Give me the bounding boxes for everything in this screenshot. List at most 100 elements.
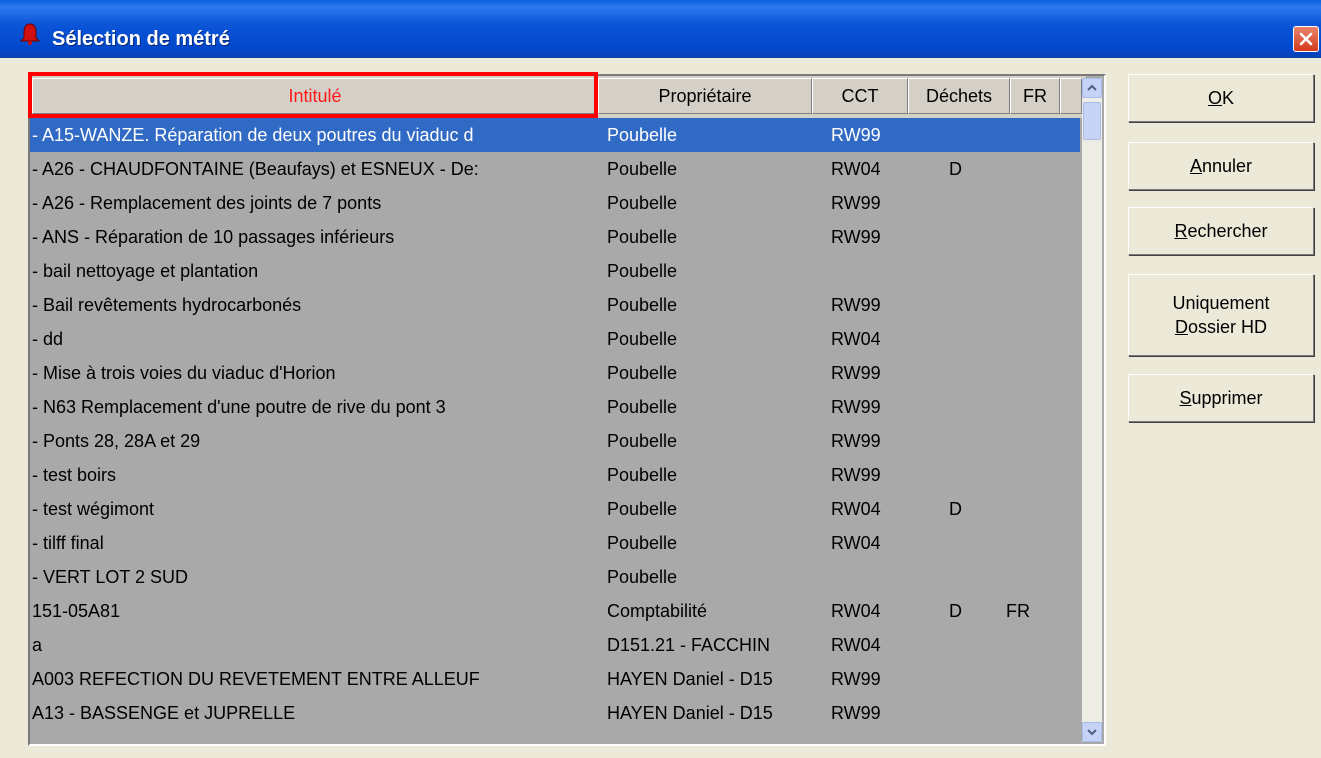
grid-rows: - A15-WANZE. Réparation de deux poutres … bbox=[30, 118, 1080, 730]
ok-button[interactable]: OK bbox=[1128, 74, 1314, 122]
table-row[interactable]: A003 REFECTION DU REVETEMENT ENTRE ALLEU… bbox=[30, 662, 1080, 696]
table-row[interactable]: - test boirs Poubelle RW99 bbox=[30, 458, 1080, 492]
cell-cct: RW04 bbox=[831, 635, 881, 655]
cell-cct: RW99 bbox=[831, 363, 881, 383]
cell-dechets bbox=[949, 288, 989, 322]
cell-proprietaire: D151.21 - FACCHIN bbox=[607, 635, 771, 655]
cell-dechets bbox=[949, 662, 989, 696]
cell-fr bbox=[1006, 322, 1046, 356]
close-icon bbox=[1299, 32, 1313, 46]
table-row[interactable]: a D151.21 - FACCHIN RW04 bbox=[30, 628, 1080, 662]
table-row[interactable]: - bail nettoyage et plantation Poubelle bbox=[30, 254, 1080, 288]
table-row[interactable]: - N63 Remplacement d'une poutre de rive … bbox=[30, 390, 1080, 424]
cell-dechets bbox=[949, 560, 989, 594]
column-header-dechets[interactable]: Déchets bbox=[908, 78, 1010, 114]
table-row[interactable]: - Bail revêtements hydrocarbonés Poubelle… bbox=[30, 288, 1080, 322]
cell-fr bbox=[1006, 526, 1046, 560]
column-header-cct[interactable]: CCT bbox=[812, 78, 908, 114]
table-row[interactable]: - A15-WANZE. Réparation de deux poutres … bbox=[30, 118, 1080, 152]
cell-fr bbox=[1006, 186, 1046, 220]
bell-icon bbox=[19, 23, 41, 45]
cell-intitule: - A26 - CHAUDFONTAINE (Beaufays) et ESNE… bbox=[32, 159, 479, 179]
uniquement-dossier-hd-button[interactable]: Uniquement Dossier HD bbox=[1128, 274, 1314, 356]
close-button[interactable] bbox=[1293, 26, 1319, 52]
cell-cct: RW99 bbox=[831, 193, 881, 213]
chevron-down-icon bbox=[1087, 729, 1097, 736]
cell-proprietaire: Poubelle bbox=[607, 159, 678, 179]
table-row[interactable]: - Mise à trois voies du viaduc d'Horion P… bbox=[30, 356, 1080, 390]
cell-intitule: - ANS - Réparation de 10 passages inféri… bbox=[32, 227, 395, 247]
cell-dechets bbox=[949, 628, 989, 662]
cell-cct: RW04 bbox=[831, 533, 881, 553]
cell-dechets bbox=[949, 526, 989, 560]
cell-fr bbox=[1006, 492, 1046, 526]
cell-cct: RW04 bbox=[831, 499, 881, 519]
table-row[interactable]: - Ponts 28, 28A et 29 Poubelle RW99 bbox=[30, 424, 1080, 458]
cell-proprietaire: Poubelle bbox=[607, 499, 678, 519]
cell-cct bbox=[831, 254, 901, 288]
table-row[interactable]: - dd Poubelle RW04 bbox=[30, 322, 1080, 356]
cell-fr bbox=[1006, 560, 1046, 594]
supprimer-button[interactable]: Supprimer bbox=[1128, 374, 1314, 422]
scroll-thumb[interactable] bbox=[1083, 102, 1101, 140]
vertical-scrollbar[interactable] bbox=[1082, 78, 1102, 742]
cell-cct: RW99 bbox=[831, 397, 881, 417]
table-row[interactable]: - A26 - Remplacement des joints de 7 pon… bbox=[30, 186, 1080, 220]
cell-cct: RW04 bbox=[831, 601, 881, 621]
rechercher-button[interactable]: Rechercher bbox=[1128, 207, 1314, 255]
cell-dechets bbox=[949, 220, 989, 254]
cell-proprietaire: Poubelle bbox=[607, 193, 678, 213]
chevron-up-icon bbox=[1087, 84, 1097, 91]
uniquement-mnemonic: D bbox=[1174, 317, 1188, 337]
cell-fr bbox=[1006, 288, 1046, 322]
title-bar[interactable]: Sélection de métré bbox=[0, 0, 1321, 58]
supprimer-label: upprimer bbox=[1191, 388, 1263, 408]
cell-proprietaire: Poubelle bbox=[607, 465, 678, 485]
table-row[interactable]: A13 - BASSENGE et JUPRELLE HAYEN Daniel -… bbox=[30, 696, 1080, 730]
cell-intitule: A13 - BASSENGE et JUPRELLE bbox=[32, 703, 296, 723]
cell-proprietaire: Poubelle bbox=[607, 227, 678, 247]
cell-intitule: - Bail revêtements hydrocarbonés bbox=[32, 295, 302, 315]
cell-dechets bbox=[949, 186, 989, 220]
cell-intitule: 151-05A81 bbox=[32, 601, 121, 621]
table-row[interactable]: - VERT LOT 2 SUD Poubelle bbox=[30, 560, 1080, 594]
cell-dechets bbox=[949, 356, 989, 390]
cell-fr bbox=[1006, 152, 1046, 186]
cell-proprietaire: Poubelle bbox=[607, 329, 678, 349]
scroll-down-button[interactable] bbox=[1082, 722, 1102, 742]
table-row[interactable]: - test wégimont Poubelle RW04 D bbox=[30, 492, 1080, 526]
cell-intitule: a bbox=[32, 635, 43, 655]
column-header-fr[interactable]: FR bbox=[1010, 78, 1060, 114]
table-row[interactable]: - A26 - CHAUDFONTAINE (Beaufays) et ESNE… bbox=[30, 152, 1080, 186]
cell-proprietaire: Poubelle bbox=[607, 533, 678, 553]
cell-intitule: - A26 - Remplacement des joints de 7 pon… bbox=[32, 193, 382, 213]
supprimer-mnemonic: S bbox=[1179, 388, 1192, 408]
cell-dechets bbox=[949, 118, 989, 152]
cell-fr bbox=[1006, 696, 1046, 730]
cell-intitule: - bail nettoyage et plantation bbox=[32, 261, 259, 281]
table-row[interactable]: - ANS - Réparation de 10 passages inféri… bbox=[30, 220, 1080, 254]
cell-fr bbox=[1006, 424, 1046, 458]
cell-fr: FR bbox=[1006, 601, 1030, 621]
column-header-proprietaire[interactable]: Propriétaire bbox=[598, 78, 812, 114]
cell-dechets bbox=[949, 390, 989, 424]
cell-intitule: A003 REFECTION DU REVETEMENT ENTRE ALLEU… bbox=[32, 669, 480, 689]
cell-dechets: D bbox=[949, 499, 962, 519]
cell-intitule: - VERT LOT 2 SUD bbox=[32, 567, 189, 587]
cell-dechets bbox=[949, 696, 989, 730]
cell-proprietaire: Poubelle bbox=[607, 397, 678, 417]
scroll-up-button[interactable] bbox=[1082, 78, 1102, 98]
annuler-button[interactable]: Annuler bbox=[1128, 142, 1314, 190]
cell-proprietaire: HAYEN Daniel - D15 bbox=[607, 703, 773, 723]
cell-proprietaire: Poubelle bbox=[607, 261, 678, 281]
cell-fr bbox=[1006, 356, 1046, 390]
uniquement-label-line1: Uniquement bbox=[1172, 293, 1270, 313]
cell-cct: RW99 bbox=[831, 703, 881, 723]
table-row[interactable]: 151-05A81 Comptabilité RW04 D FR bbox=[30, 594, 1080, 628]
cell-dechets bbox=[949, 458, 989, 492]
annuler-mnemonic: A bbox=[1189, 156, 1202, 176]
cell-fr bbox=[1006, 254, 1046, 288]
cell-intitule: - Mise à trois voies du viaduc d'Horion bbox=[32, 363, 336, 383]
metre-grid[interactable]: Intitulé Propriétaire CCT Déchets FR - A… bbox=[28, 74, 1106, 746]
table-row[interactable]: - tilff final Poubelle RW04 bbox=[30, 526, 1080, 560]
